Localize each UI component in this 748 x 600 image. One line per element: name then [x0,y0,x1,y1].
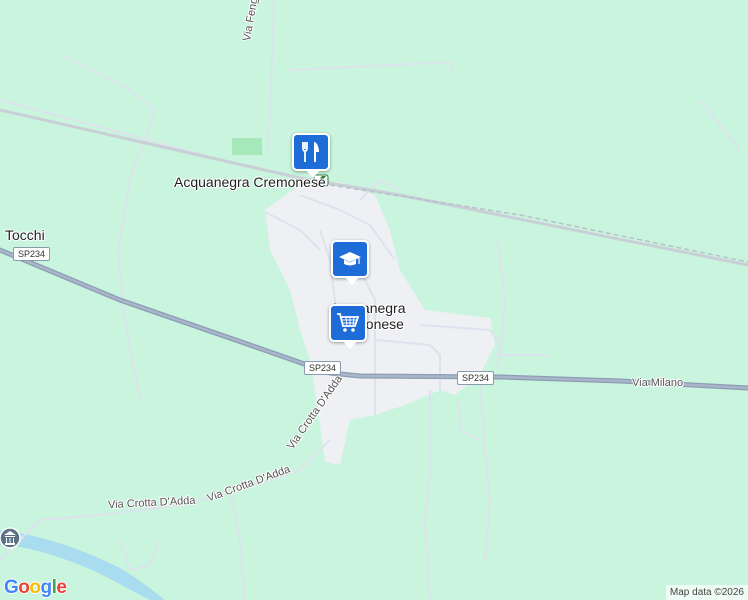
logo-letter-o2: o [29,577,41,598]
route-shield-sp234-east: SP234 [457,371,495,385]
map-canvas[interactable]: Tocchi Acquanegra Cremonese Acquanegra C… [0,0,748,600]
logo-letter-e: e [56,577,67,598]
place-label-tocchi: Tocchi [5,227,45,243]
route-shield-sp234-west: SP234 [13,247,51,261]
station-label[interactable]: Acquanegra Cremonese [174,174,326,190]
logo-letter-o: o [18,577,30,598]
museum-icon [0,527,21,549]
logo-letter-g: G [4,577,19,598]
school-pin[interactable] [331,240,369,285]
park-area [232,138,262,155]
google-logo[interactable]: Google [4,577,67,599]
shopping-pin[interactable] [329,304,367,349]
road-label-via-milano: Via Milano [632,377,684,389]
restaurant-pin[interactable] [292,133,330,178]
fork-knife-icon [302,142,319,162]
route-shield-sp234-center: SP234 [304,361,342,375]
graduation-cap-icon [339,252,361,266]
logo-letter-g2: g [40,577,53,598]
shopping-cart-icon [337,313,360,332]
map-attribution[interactable]: Map data ©2026 [665,585,748,600]
